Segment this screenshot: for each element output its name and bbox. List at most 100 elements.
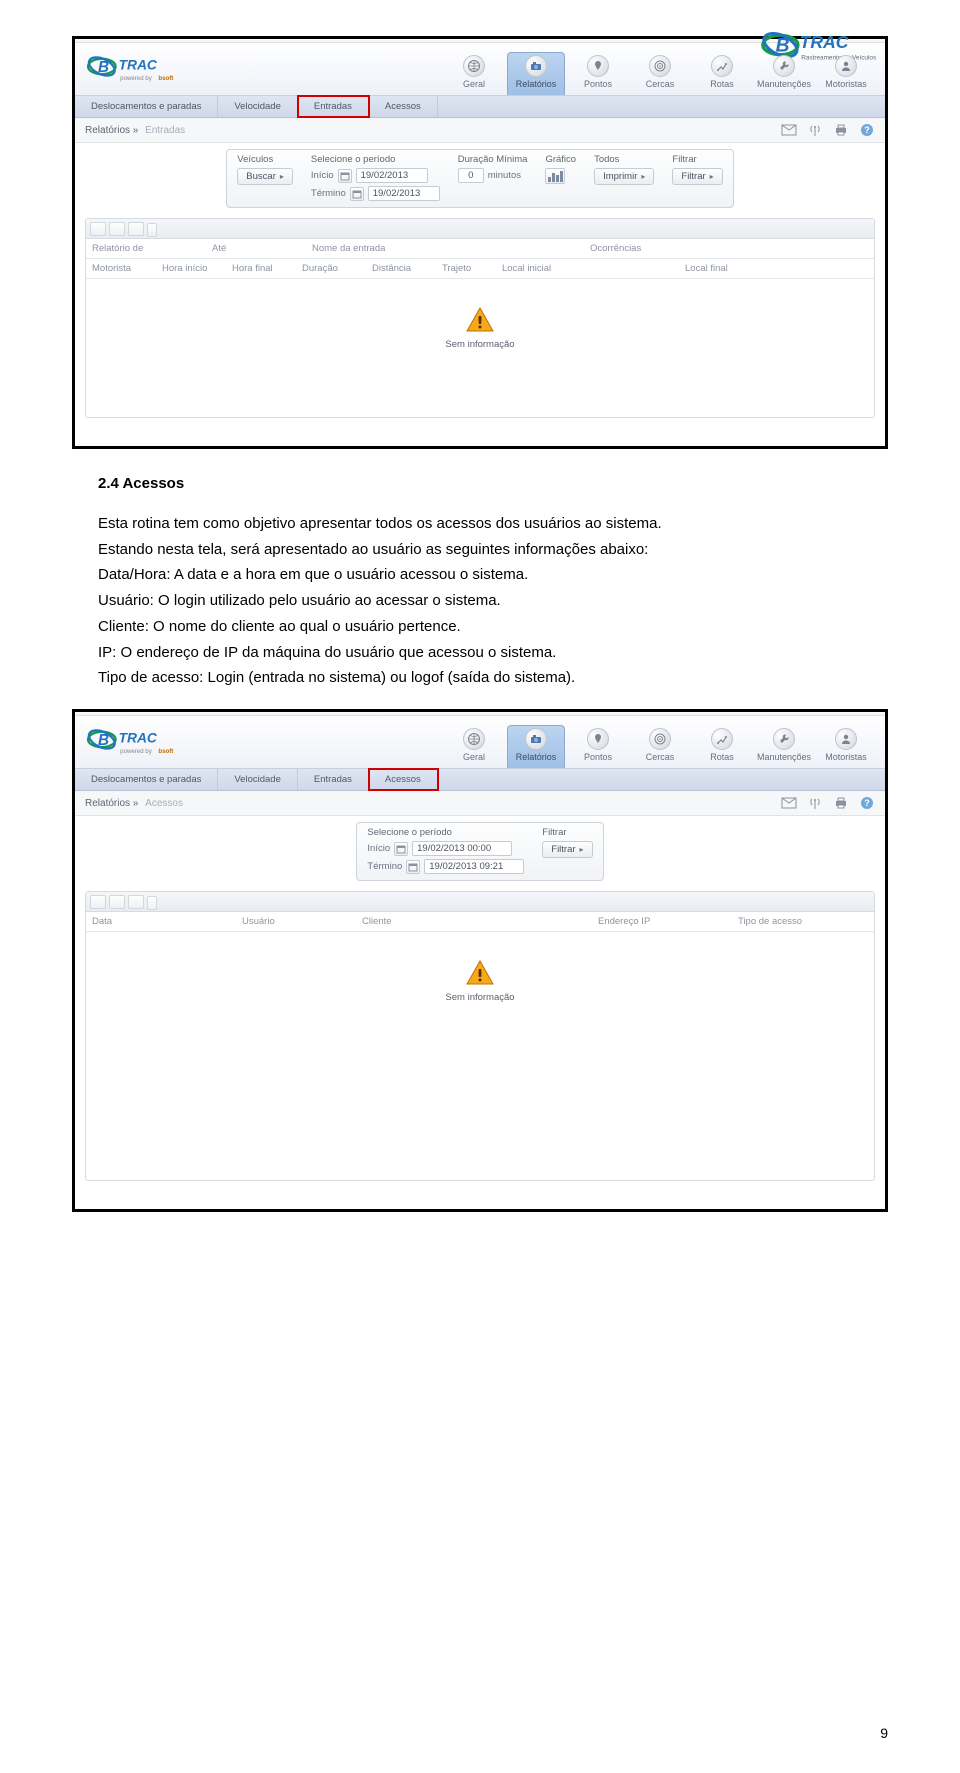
mail-icon[interactable]: [781, 123, 797, 137]
nav-cercas[interactable]: Cercas: [631, 52, 689, 95]
nav-geral[interactable]: Geral: [445, 52, 503, 95]
mail-icon[interactable]: [781, 796, 797, 810]
inicio-input[interactable]: [412, 841, 512, 856]
sub-nav: Deslocamentos e paradas Velocidade Entra…: [75, 96, 885, 118]
page-actions: ?: [781, 123, 875, 137]
wrench-icon: [773, 55, 795, 77]
breadcrumb: Relatórios » Acessos: [85, 798, 183, 809]
termino-input[interactable]: [424, 859, 524, 874]
svg-text:B: B: [98, 59, 109, 76]
subtab-velocidade[interactable]: Velocidade: [218, 769, 297, 790]
svg-text:?: ?: [864, 798, 870, 808]
warning-icon: [464, 958, 496, 988]
antenna-icon[interactable]: [807, 796, 823, 810]
calendar-icon[interactable]: [406, 860, 420, 874]
subtab-entradas[interactable]: Entradas: [298, 96, 369, 117]
col-tipo-acesso: Tipo de acesso: [738, 916, 868, 927]
duracao-unit: minutos: [488, 170, 521, 181]
warning-icon: [464, 305, 496, 335]
filtrar-button[interactable]: Filtrar▸: [542, 841, 592, 858]
periodo-label: Selecione o período: [367, 827, 524, 838]
nav-cercas[interactable]: Cercas: [631, 725, 689, 768]
section-heading: 2.4 Acessos: [98, 473, 888, 495]
tool-icon[interactable]: [109, 895, 125, 909]
route-icon: [711, 55, 733, 77]
periodo-label: Selecione o período: [311, 154, 440, 165]
inicio-input[interactable]: [356, 168, 428, 183]
col-local-final: Local final: [685, 263, 868, 274]
termino-input[interactable]: [368, 186, 440, 201]
results-table: Relatório de Até Nome da entrada Ocorrên…: [85, 218, 875, 418]
col-ate: Até: [212, 243, 312, 254]
veiculos-label: Veículos: [237, 154, 293, 165]
nav-motoristas[interactable]: Motoristas: [817, 725, 875, 768]
svg-text:?: ?: [864, 125, 870, 135]
target-icon: [649, 55, 671, 77]
empty-message: Sem informação: [445, 992, 514, 1003]
col-hora-final: Hora final: [232, 263, 302, 274]
tool-icon[interactable]: [128, 222, 144, 236]
nav-relatorios[interactable]: Relatórios: [507, 52, 565, 95]
screenshot-entradas: B TRAC powered by bsoft Geral Relatórios…: [72, 36, 888, 449]
antenna-icon[interactable]: [807, 123, 823, 137]
main-nav: Geral Relatórios Pontos Cercas Rotas Man…: [445, 725, 875, 768]
camera-icon: [525, 728, 547, 750]
subtab-entradas[interactable]: Entradas: [298, 769, 369, 790]
duracao-input[interactable]: [458, 168, 484, 183]
svg-text:B: B: [98, 732, 109, 749]
tool-icon[interactable]: [90, 222, 106, 236]
chart-icon[interactable]: [545, 168, 565, 184]
subtab-acessos[interactable]: Acessos: [369, 769, 438, 790]
tool-icon[interactable]: [109, 222, 125, 236]
subtab-deslocamentos[interactable]: Deslocamentos e paradas: [75, 96, 218, 117]
calendar-icon[interactable]: [350, 187, 364, 201]
svg-text:bsoft: bsoft: [158, 748, 173, 755]
filtrar-label: Filtrar: [542, 827, 592, 838]
filtrar-button[interactable]: Filtrar▸: [672, 168, 722, 185]
pin-icon: [587, 55, 609, 77]
nav-relatorios[interactable]: Relatórios: [507, 725, 565, 768]
termino-label: Término: [311, 188, 346, 199]
scroll-icon[interactable]: [147, 223, 157, 237]
nav-pontos[interactable]: Pontos: [569, 725, 627, 768]
tool-icon[interactable]: [90, 895, 106, 909]
subtab-acessos[interactable]: Acessos: [369, 96, 438, 117]
nav-geral[interactable]: Geral: [445, 725, 503, 768]
calendar-icon[interactable]: [338, 169, 352, 183]
nav-rotas[interactable]: Rotas: [693, 725, 751, 768]
subtab-deslocamentos[interactable]: Deslocamentos e paradas: [75, 769, 218, 790]
todos-label: Todos: [594, 154, 654, 165]
buscar-button[interactable]: Buscar▸: [237, 168, 293, 185]
calendar-icon[interactable]: [394, 842, 408, 856]
svg-text:TRAC: TRAC: [119, 731, 158, 746]
scroll-icon[interactable]: [147, 896, 157, 910]
svg-text:TRAC: TRAC: [119, 58, 158, 73]
imprimir-button[interactable]: Imprimir▸: [594, 168, 654, 185]
col-nome-entrada: Nome da entrada: [312, 243, 590, 254]
nav-pontos[interactable]: Pontos: [569, 52, 627, 95]
app-logo: B TRAC powered by bsoft: [85, 720, 215, 768]
col-cliente: Cliente: [362, 916, 598, 927]
breadcrumb: Relatórios » Entradas: [85, 125, 185, 136]
col-duracao: Duração: [302, 263, 372, 274]
wrench-icon: [773, 728, 795, 750]
svg-text:powered by: powered by: [120, 748, 153, 755]
col-endereco-ip: Endereço IP: [598, 916, 738, 927]
filter-panel: Selecione o período Início Término: [356, 822, 603, 881]
col-relatorio-de: Relatório de: [92, 243, 212, 254]
help-icon[interactable]: ?: [859, 796, 875, 810]
duracao-label: Duração Mínima: [458, 154, 528, 165]
nav-rotas[interactable]: Rotas: [693, 52, 751, 95]
filtrar-label: Filtrar: [672, 154, 722, 165]
help-icon[interactable]: ?: [859, 123, 875, 137]
col-trajeto: Trajeto: [442, 263, 502, 274]
nav-manutencoes[interactable]: Manutenções: [755, 725, 813, 768]
tool-icon[interactable]: [128, 895, 144, 909]
col-usuario: Usuário: [242, 916, 362, 927]
inicio-label: Início: [311, 170, 334, 181]
subtab-velocidade[interactable]: Velocidade: [218, 96, 297, 117]
print-icon[interactable]: [833, 123, 849, 137]
svg-text:B: B: [776, 35, 790, 56]
print-icon[interactable]: [833, 796, 849, 810]
col-data: Data: [92, 916, 242, 927]
